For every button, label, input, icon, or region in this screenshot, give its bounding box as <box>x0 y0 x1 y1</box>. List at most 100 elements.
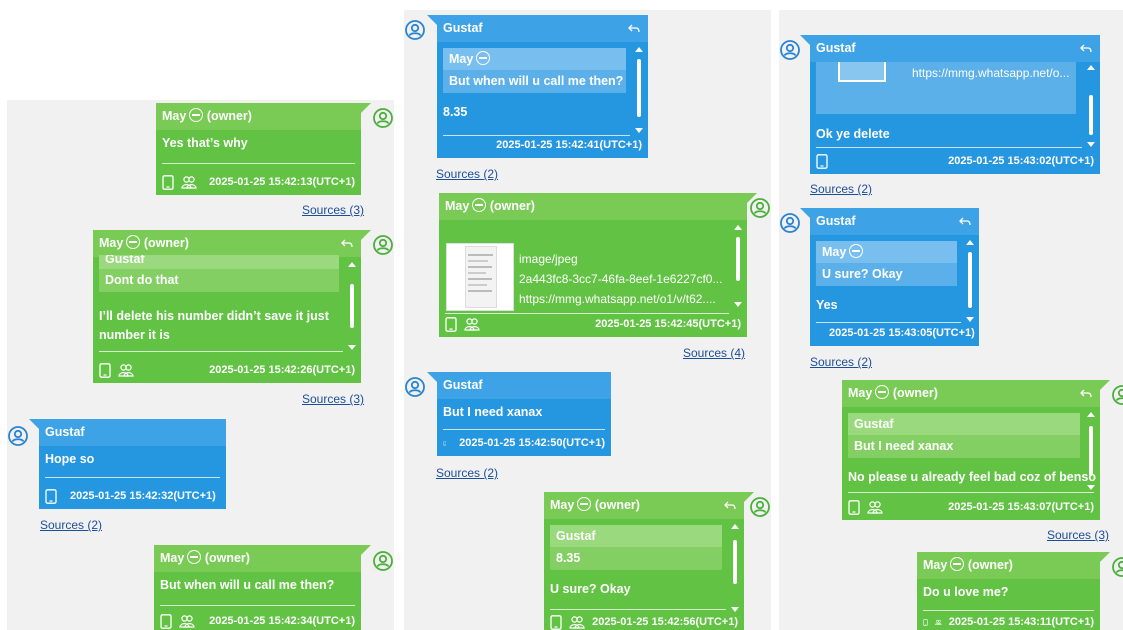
quoted-text: But I need xanax <box>848 435 1080 458</box>
chat-column-2[interactable]: Gustaf May But when will u call me then?… <box>404 10 771 630</box>
reply-icon[interactable] <box>1080 44 1092 54</box>
avatar-icon <box>405 377 425 397</box>
scrollbar[interactable] <box>966 240 974 322</box>
group-icon <box>935 615 942 630</box>
sources-link[interactable]: Sources (3) <box>302 203 364 217</box>
scrollbar[interactable] <box>731 524 739 612</box>
message-divider <box>160 605 355 606</box>
avatar-icon <box>373 235 393 255</box>
timestamp: 2025-01-25 15:42:56(UTC+1) <box>592 616 738 628</box>
chat-column-1[interactable]: May (owner) Yes that’s why 2025-01-25 15… <box>7 100 394 630</box>
message-incoming[interactable]: Gustaf But I need xanax 2025-01-25 15:42… <box>427 372 611 456</box>
phone-icon <box>162 175 174 190</box>
emoji-icon <box>849 244 864 258</box>
attachment-url[interactable]: https://mmg.whatsapp.net/o1/v/t62.... <box>519 289 725 309</box>
message-outgoing[interactable]: May (owner) Gustaf 8.35 U sure? Okay 202… <box>544 492 754 630</box>
phone-icon <box>45 489 57 504</box>
avatar-icon <box>1112 385 1123 405</box>
sources-link[interactable]: Sources (3) <box>1047 528 1109 542</box>
quoted-sender: May <box>816 241 957 263</box>
message-incoming[interactable]: Gustaf Hope so 2025-01-25 15:42:32(UTC+1… <box>29 419 226 509</box>
reply-icon[interactable] <box>959 217 971 227</box>
scrollbar[interactable] <box>1087 412 1095 490</box>
reply-icon[interactable] <box>628 24 640 34</box>
quoted-message[interactable]: Gustaf But I need xanax <box>848 413 1080 458</box>
owner-label: (owner) <box>892 386 938 400</box>
message-header: Gustaf <box>437 372 611 399</box>
message-footer: 2025-01-25 15:42:56(UTC+1) <box>550 613 738 630</box>
message-outgoing[interactable]: May (owner) image/jpeg 2a443fc8-3cc7-46f… <box>439 193 757 337</box>
message-incoming[interactable]: Gustaf https://mmg.whatsapp.net/o... Ok … <box>800 35 1100 174</box>
quoted-message[interactable]: Gustaf Dont do that <box>99 255 339 292</box>
avatar-icon <box>780 213 800 233</box>
message-header: Gustaf <box>810 35 1100 62</box>
emoji-icon <box>187 550 202 564</box>
message-footer: 2025-01-25 15:42:26(UTC+1) <box>99 361 355 379</box>
attachment-thumbnail[interactable] <box>446 243 514 311</box>
message-outgoing[interactable]: May (owner) Do u love me? 2025-01-25 15:… <box>917 552 1110 630</box>
message-divider <box>45 477 220 478</box>
sender-name: May <box>550 498 575 512</box>
reply-icon[interactable] <box>341 239 353 249</box>
sender-name: Gustaf <box>816 214 856 228</box>
timestamp: 2025-01-25 15:43:02(UTC+1) <box>948 155 1094 167</box>
message-text: I’ll delete his number didn’t save it ju… <box>99 309 329 342</box>
quoted-message[interactable]: May But when will u call me then? <box>443 48 626 93</box>
message-divider <box>445 313 729 314</box>
reply-icon[interactable] <box>724 501 736 511</box>
phone-icon <box>445 317 457 332</box>
quoted-sender: Gustaf <box>550 525 722 547</box>
message-outgoing[interactable]: May (owner) Gustaf Dont do that I’ll del… <box>93 230 371 383</box>
message-incoming[interactable]: Gustaf May U sure? Okay Yes 2025-01-25 1… <box>800 208 979 346</box>
sources-link[interactable]: Sources (2) <box>436 167 498 181</box>
message-text: Yes that’s why <box>162 136 248 150</box>
message-divider <box>162 163 355 164</box>
quoted-sender: Gustaf <box>848 413 1080 435</box>
message-divider <box>923 610 1094 611</box>
group-icon <box>118 363 134 378</box>
quoted-attachment[interactable]: https://mmg.whatsapp.net/o... <box>816 62 1076 114</box>
reply-icon[interactable] <box>1080 389 1092 399</box>
sender-name: Gustaf <box>443 21 483 35</box>
message-footer: 2025-01-25 15:42:41(UTC+1) <box>443 136 642 154</box>
timestamp: 2025-01-25 15:43:11(UTC+1) <box>948 616 1094 628</box>
message-outgoing[interactable]: May (owner) Yes that’s why 2025-01-25 15… <box>156 103 371 195</box>
emoji-icon <box>577 497 592 511</box>
timestamp: 2025-01-25 15:42:34(UTC+1) <box>209 615 355 627</box>
quoted-text: Dont do that <box>99 269 339 292</box>
attachment-url[interactable]: https://mmg.whatsapp.net/o... <box>912 66 1069 80</box>
sources-link[interactable]: Sources (2) <box>436 466 498 480</box>
sources-link[interactable]: Sources (3) <box>302 392 364 406</box>
chat-column-3[interactable]: Gustaf https://mmg.whatsapp.net/o... Ok … <box>779 10 1123 630</box>
message-outgoing[interactable]: May (owner) Gustaf But I need xanax No p… <box>842 380 1110 520</box>
sender-name: May <box>445 199 470 213</box>
sources-link[interactable]: Sources (4) <box>683 346 745 360</box>
sources-link[interactable]: Sources (2) <box>810 182 872 196</box>
message-outgoing[interactable]: May (owner) But when will u call me then… <box>154 545 371 630</box>
phone-icon <box>816 154 828 169</box>
timestamp: 2025-01-25 15:42:41(UTC+1) <box>496 139 642 151</box>
sources-link[interactable]: Sources (2) <box>810 355 872 369</box>
scrollbar[interactable] <box>734 225 742 307</box>
message-divider <box>816 322 961 323</box>
phone-icon <box>99 363 111 378</box>
message-header: Gustaf <box>810 208 979 235</box>
group-icon <box>464 317 480 332</box>
sources-link[interactable]: Sources (2) <box>40 518 102 532</box>
message-text: But when will u call me then? <box>160 578 335 592</box>
attachment-file-id: 2a443fc8-3cc7-46fa-8eef-1e6227cf0... <box>519 272 723 286</box>
message-header: May (owner) <box>842 380 1100 407</box>
scrollbar[interactable] <box>1087 65 1095 147</box>
scrollbar[interactable] <box>635 47 643 133</box>
scrollbar[interactable] <box>348 262 356 350</box>
owner-label: (owner) <box>594 498 640 512</box>
message-footer: 2025-01-25 15:43:05(UTC+1) <box>816 324 975 342</box>
message-text: Yes <box>816 298 838 312</box>
message-incoming[interactable]: Gustaf May But when will u call me then?… <box>427 15 648 158</box>
quoted-text: But when will u call me then? <box>443 70 626 93</box>
timestamp: 2025-01-25 15:42:45(UTC+1) <box>595 318 741 330</box>
message-header: May (owner) <box>154 545 361 572</box>
quoted-message[interactable]: Gustaf 8.35 <box>550 525 722 570</box>
quoted-message[interactable]: May U sure? Okay <box>816 241 957 286</box>
message-footer: 2025-01-25 15:43:02(UTC+1) <box>816 152 1094 170</box>
